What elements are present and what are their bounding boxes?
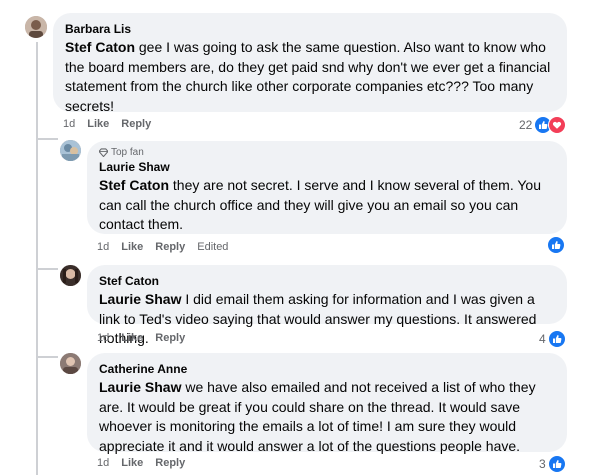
- comment-actions: 1d Like Reply Edited: [97, 241, 228, 253]
- reaction-summary[interactable]: 22: [519, 116, 567, 134]
- comment-author[interactable]: Catherine Anne: [99, 361, 555, 377]
- avatar[interactable]: [60, 140, 81, 161]
- profile-photo-icon: [60, 140, 81, 161]
- love-icon: [548, 116, 567, 134]
- comment-bubble: Catherine Anne Laurie Shaw we have also …: [87, 353, 567, 454]
- comment-author[interactable]: Barbara Lis: [65, 21, 555, 37]
- comment-bubble: Barbara Lis Stef Caton gee I was going t…: [53, 13, 567, 114]
- comment-author[interactable]: Laurie Shaw: [99, 159, 555, 175]
- like-icon: [547, 236, 565, 254]
- reaction-summary[interactable]: 4: [539, 330, 566, 348]
- comment-bubble: Stef Caton Laurie Shaw I did email them …: [87, 265, 567, 346]
- like-button[interactable]: Like: [121, 241, 143, 253]
- reaction-summary[interactable]: [547, 236, 565, 254]
- profile-photo-icon: [25, 16, 47, 38]
- mention-link[interactable]: Laurie Shaw: [99, 291, 181, 307]
- top-fan-label: Top fan: [111, 147, 144, 158]
- avatar[interactable]: [60, 353, 81, 374]
- thread-line: [36, 42, 38, 475]
- thread-connector: [36, 138, 58, 140]
- diamond-icon: [99, 148, 108, 157]
- thread-connector: [36, 356, 58, 358]
- reaction-count: 22: [519, 118, 533, 132]
- reply-button[interactable]: Reply: [121, 118, 151, 130]
- comment-actions: 1d Like Reply: [63, 118, 151, 130]
- like-button[interactable]: Like: [121, 332, 143, 344]
- comment-actions: 1d Like Reply: [97, 332, 185, 344]
- profile-photo-icon: [60, 353, 81, 374]
- reaction-count: 3: [539, 457, 546, 471]
- reaction-summary[interactable]: 3: [539, 455, 566, 473]
- comment-actions: 1d Like Reply: [97, 457, 185, 469]
- like-icon: [547, 455, 566, 473]
- like-button[interactable]: Like: [87, 118, 109, 130]
- timestamp[interactable]: 1d: [63, 118, 75, 130]
- edited-label: Edited: [197, 241, 229, 253]
- like-button[interactable]: Like: [121, 457, 143, 469]
- like-icon: [547, 330, 566, 348]
- reply-button[interactable]: Reply: [155, 332, 185, 344]
- reply-button[interactable]: Reply: [155, 457, 185, 469]
- top-fan-badge: Top fan: [99, 146, 555, 159]
- comment-text: Stef Caton they are not secret. I serve …: [99, 176, 555, 235]
- thread-connector: [36, 268, 58, 270]
- mention-link[interactable]: Stef Caton: [65, 39, 135, 55]
- timestamp[interactable]: 1d: [97, 457, 109, 469]
- timestamp[interactable]: 1d: [97, 332, 109, 344]
- profile-photo-icon: [60, 265, 81, 286]
- reply-button[interactable]: Reply: [155, 241, 185, 253]
- avatar[interactable]: [60, 265, 81, 286]
- comment-body: gee I was going to ask the same question…: [65, 39, 551, 114]
- comment-text: Stef Caton gee I was going to ask the sa…: [65, 38, 555, 116]
- avatar[interactable]: [25, 16, 47, 38]
- mention-link[interactable]: Stef Caton: [99, 177, 169, 193]
- reaction-count: 4: [539, 332, 546, 346]
- timestamp[interactable]: 1d: [97, 241, 109, 253]
- comment-bubble: Top fan Laurie Shaw Stef Caton they are …: [87, 141, 567, 234]
- comment-author[interactable]: Stef Caton: [99, 273, 555, 289]
- comment-text: Laurie Shaw we have also emailed and not…: [99, 378, 555, 456]
- mention-link[interactable]: Laurie Shaw: [99, 379, 181, 395]
